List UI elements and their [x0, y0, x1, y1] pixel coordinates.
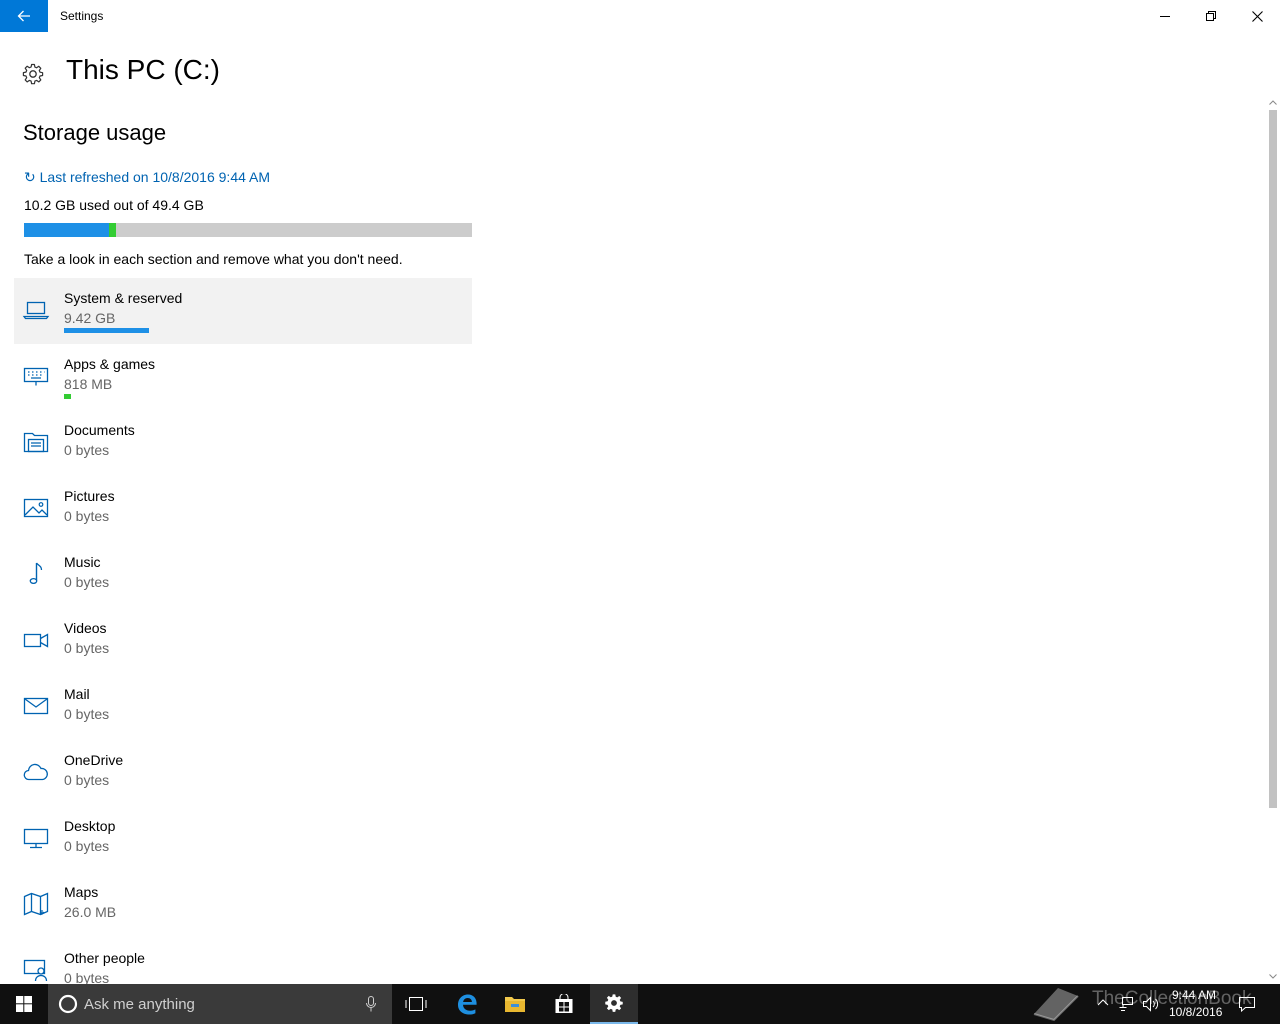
volume-icon[interactable]	[1142, 996, 1160, 1012]
storage-category-mail[interactable]: Mail 0 bytes	[14, 674, 472, 740]
minimize-button[interactable]	[1142, 0, 1188, 32]
cloud-icon	[22, 758, 50, 786]
clock-date[interactable]: 10/8/2016	[1169, 1005, 1222, 1019]
taskbar: Ask me anything TheCollectionBook 9:44 A…	[0, 984, 1280, 1024]
scroll-down-button[interactable]	[1266, 970, 1280, 982]
keyboard-icon	[22, 362, 50, 390]
microphone-icon[interactable]	[366, 996, 376, 1012]
category-name: System & reserved	[64, 290, 183, 306]
category-size: 9.42 GB	[64, 310, 116, 326]
storage-category-maps[interactable]: Maps 26.0 MB	[14, 872, 472, 938]
category-name: Other people	[64, 950, 145, 966]
map-icon	[22, 890, 50, 918]
search-placeholder: Ask me anything	[84, 996, 195, 1013]
storage-category-apps-games[interactable]: Apps & games 818 MB	[14, 344, 472, 410]
usage-segment-apps	[109, 223, 116, 237]
page-header	[22, 56, 44, 92]
category-name: Maps	[64, 884, 99, 900]
storage-category-videos[interactable]: Videos 0 bytes	[14, 608, 472, 674]
file-explorer-icon	[505, 997, 525, 1012]
picture-icon	[22, 494, 50, 522]
settings-taskbar-button[interactable]	[590, 984, 638, 1024]
refresh-link[interactable]: ↻ Last refreshed on 10/8/2016 9:44 AM	[24, 169, 270, 186]
category-name: Apps & games	[64, 356, 156, 372]
network-icon[interactable]	[1118, 996, 1134, 1012]
file-explorer-button[interactable]	[491, 984, 539, 1024]
category-usage-bar	[64, 394, 71, 399]
hint-text: Take a look in each section and remove w…	[24, 251, 403, 267]
category-name: Videos	[64, 620, 107, 636]
edge-icon	[458, 994, 477, 1015]
category-size: 0 bytes	[64, 508, 110, 524]
task-view-button[interactable]	[392, 984, 440, 1024]
section-title: Storage usage	[23, 120, 167, 145]
documents-folder-icon	[22, 428, 50, 456]
category-size: 0 bytes	[64, 772, 110, 788]
other-people-icon	[22, 956, 50, 984]
task-view-icon	[405, 997, 427, 1011]
scroll-thumb[interactable]	[1269, 110, 1277, 808]
storage-category-desktop[interactable]: Desktop 0 bytes	[14, 806, 472, 872]
book-watermark-icon	[1033, 988, 1079, 1022]
video-camera-icon	[22, 626, 50, 654]
storage-category-music[interactable]: Music 0 bytes	[14, 542, 472, 608]
storage-category-other-people[interactable]: Other people 0 bytes	[14, 938, 472, 984]
action-center-icon[interactable]	[1238, 996, 1256, 1012]
category-size: 0 bytes	[64, 706, 110, 722]
back-arrow-icon	[17, 10, 30, 22]
close-button[interactable]	[1234, 0, 1280, 32]
category-size: 0 bytes	[64, 442, 110, 458]
category-size: 0 bytes	[64, 640, 110, 656]
category-size: 26.0 MB	[64, 904, 117, 920]
storage-category-onedrive[interactable]: OneDrive 0 bytes	[14, 740, 472, 806]
category-name: OneDrive	[64, 752, 124, 768]
category-name: Documents	[64, 422, 135, 438]
gear-icon	[22, 63, 44, 85]
music-note-icon	[22, 560, 50, 588]
category-size: 0 bytes	[64, 574, 110, 590]
storage-usage-bar	[24, 223, 472, 237]
storage-category-system-reserved[interactable]: System & reserved 9.42 GB	[14, 278, 472, 344]
chevron-up-icon	[1269, 99, 1277, 105]
cortana-icon	[58, 994, 78, 1014]
storage-content: Storage usage ↻ Last refreshed on 10/8/2…	[0, 96, 1266, 984]
category-size: 0 bytes	[64, 970, 110, 984]
vertical-scrollbar[interactable]	[1266, 96, 1280, 984]
clock-time[interactable]: 9:44 AM	[1172, 988, 1216, 1002]
used-space-text: 10.2 GB used out of 49.4 GB	[24, 197, 204, 213]
search-box[interactable]: Ask me anything	[48, 984, 392, 1024]
page-title: This PC (C:)	[66, 54, 220, 85]
close-icon	[1251, 10, 1263, 22]
back-button[interactable]	[0, 0, 48, 32]
store-icon	[555, 994, 573, 1013]
category-name: Desktop	[64, 818, 116, 834]
category-name: Pictures	[64, 488, 115, 504]
app-title: Settings	[60, 9, 104, 23]
category-size: 818 MB	[64, 376, 113, 392]
show-hidden-icons-icon[interactable]	[1097, 998, 1109, 1006]
scroll-up-button[interactable]	[1266, 96, 1280, 108]
minimize-icon	[1160, 16, 1170, 17]
mail-icon	[22, 692, 50, 720]
start-button[interactable]	[0, 984, 48, 1024]
settings-icon	[605, 994, 623, 1012]
storage-category-pictures[interactable]: Pictures 0 bytes	[14, 476, 472, 542]
storage-category-documents[interactable]: Documents 0 bytes	[14, 410, 472, 476]
store-button[interactable]	[540, 984, 588, 1024]
restore-button[interactable]	[1188, 0, 1234, 32]
monitor-icon	[22, 824, 50, 852]
usage-segment-system	[24, 223, 109, 237]
category-name: Mail	[64, 686, 90, 702]
category-usage-bar	[64, 328, 149, 333]
windows-logo-icon	[16, 996, 32, 1012]
laptop-icon	[22, 296, 50, 324]
restore-icon	[1206, 11, 1216, 21]
chevron-down-icon	[1269, 973, 1277, 979]
category-size: 0 bytes	[64, 838, 110, 854]
title-bar: Settings	[0, 0, 1280, 32]
edge-button[interactable]	[443, 984, 491, 1024]
category-name: Music	[64, 554, 101, 570]
